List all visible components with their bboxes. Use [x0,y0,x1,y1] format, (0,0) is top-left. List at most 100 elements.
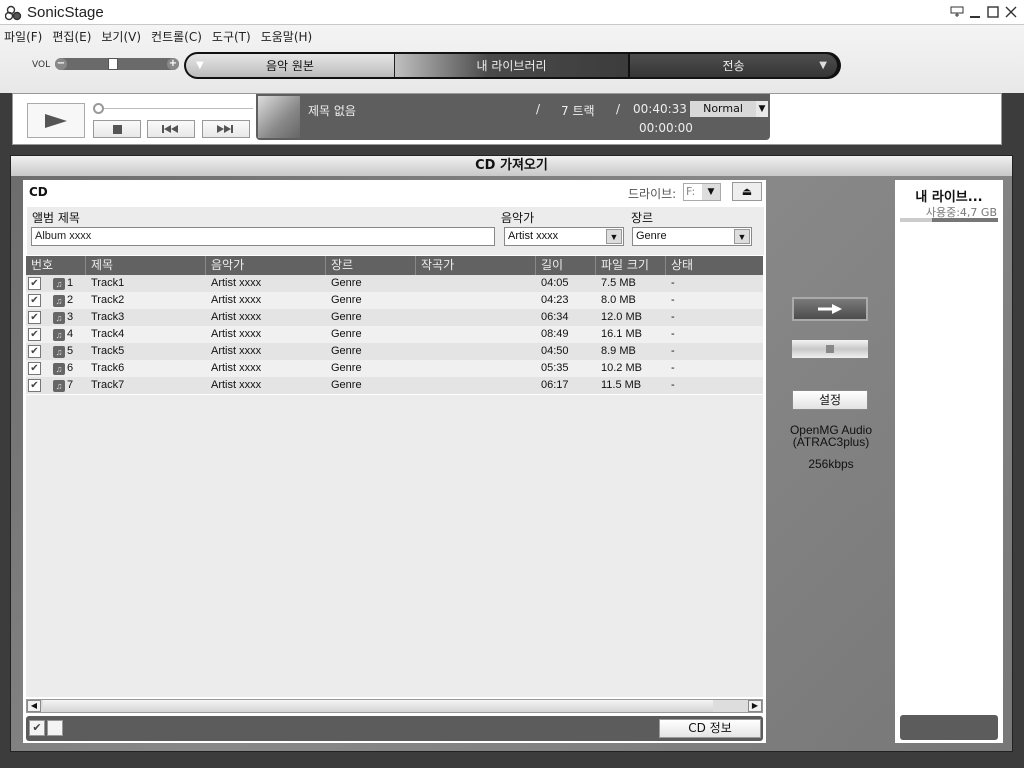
scroll-left-button[interactable]: ◀ [27,700,41,712]
drive-select[interactable]: F: ▼ [683,183,721,201]
cell-file-size: 10.2 MB [601,362,642,374]
menu-view[interactable]: 보기(V) [101,28,141,45]
maximize-button[interactable] [986,5,1000,19]
cell-composer [416,377,536,394]
dropdown-arrow-icon: ▼ [819,60,827,71]
artist-value: Artist xxxx [508,230,559,242]
drive-value: F: [686,185,696,198]
track-checkbox[interactable]: ✔ [28,294,41,307]
cell-genre: Genre [331,345,362,357]
volume-up-icon[interactable]: + [167,58,179,70]
column-header-title[interactable]: 제목 [86,256,206,275]
previous-track-button[interactable] [147,120,195,138]
cd-label: CD [29,185,48,199]
track-number: 4 [67,328,74,340]
track-checkbox[interactable]: ✔ [28,362,41,375]
mini-player-icon [950,6,964,17]
cell-number: ✔ ♫ 4 [26,326,86,343]
track-table: 번호 제목 음악가 장르 작곡가 길이 파일 크기 상태 ✔ ♫ 1 Track1 Ar… [26,256,763,394]
settings-button[interactable]: 설정 [792,390,868,410]
cell-title: Track3 [91,311,125,323]
track-number: 3 [67,311,74,323]
album-metadata: 앨범 제목 Album xxxx 음악가 Artist xxxx ▼ 장르 Ge… [27,207,764,255]
column-header-artist[interactable]: 음악가 [206,256,326,275]
volume-knob[interactable] [107,58,118,70]
close-icon [1005,6,1017,18]
play-button[interactable] [27,103,85,138]
seek-slider[interactable] [93,103,253,114]
next-track-button[interactable] [202,120,250,138]
genre-label: 장르 [631,211,654,225]
column-header-file-size[interactable]: 파일 크기 [596,256,666,275]
table-row[interactable]: ✔ ♫ 4 Track4 Artist xxxx Genre 08:49 16.1 MB - [26,326,763,343]
music-note-icon: ♫ [53,294,65,307]
close-button[interactable] [1004,5,1018,19]
track-checkbox[interactable]: ✔ [28,311,41,324]
track-checkbox[interactable]: ✔ [28,345,41,358]
library-title: 내 라이브... [915,190,983,205]
table-row[interactable]: ✔ ♫ 1 Track1 Artist xxxx Genre 04:05 7.5 MB - [26,275,763,292]
cell-length: 04:50 [541,345,569,357]
scroll-thumb[interactable] [43,700,713,712]
horizontal-scrollbar[interactable]: ◀ ▶ [26,699,763,713]
artist-select[interactable]: Artist xxxx ▼ [504,227,624,246]
cell-composer [416,275,536,292]
menubar: 파일(F) 편집(E) 보기(V) 컨트롤(C) 도구(T) 도움말(H) [4,28,312,45]
check-all-button[interactable]: ✔ [29,720,45,736]
cd-info-button[interactable]: CD 정보 [659,719,761,738]
minimize-button[interactable] [968,5,982,19]
tab-my-library[interactable]: 내 라이브러리 [394,54,628,77]
uncheck-all-button[interactable] [47,720,63,736]
stop-import-button[interactable] [792,340,868,358]
column-header-number[interactable]: 번호 [26,256,86,275]
library-bottom-bar [900,715,998,740]
mini-player-button[interactable] [950,5,964,19]
menu-file[interactable]: 파일(F) [4,28,42,45]
stop-button[interactable] [93,120,141,138]
elapsed-time: 00:00:00 [639,121,693,135]
menu-control[interactable]: 컨트롤(C) [151,28,202,45]
cell-status: - [671,311,675,323]
genre-select[interactable]: Genre ▼ [632,227,752,246]
library-panel: 내 라이브... 사용중:4,7 GB [895,180,1003,743]
track-checkbox[interactable]: ✔ [28,379,41,392]
table-row[interactable]: ✔ ♫ 7 Track7 Artist xxxx Genre 06:17 11.5 MB - [26,377,763,394]
tab-music-source[interactable]: ▼ 음악 원본 [186,54,394,77]
column-header-composer[interactable]: 작곡가 [416,256,536,275]
eject-button[interactable]: ⏏ [732,182,762,201]
seek-knob[interactable] [93,103,104,114]
column-header-status[interactable]: 상태 [666,256,763,275]
arrow-left-icon: ◀ [30,701,38,710]
column-header-genre[interactable]: 장르 [326,256,416,275]
scroll-right-button[interactable]: ▶ [748,700,762,712]
music-note-icon: ♫ [53,345,65,358]
cell-genre: Genre [331,311,362,323]
tab-label: 내 라이브러리 [476,59,547,73]
cd-panel: CD 드라이브: F: ▼ ⏏ 앨범 제목 Album xxxx 음악가 Art… [23,180,766,743]
cell-genre: Genre [331,379,362,391]
dropdown-arrow-icon: ▼ [196,60,204,71]
cell-genre: Genre [331,328,362,340]
menu-tools[interactable]: 도구(T) [212,28,251,45]
section-title: CD 가져오기 [11,156,1012,176]
table-row[interactable]: ✔ ♫ 2 Track2 Artist xxxx Genre 04:23 8.0 MB - [26,292,763,309]
table-row[interactable]: ✔ ♫ 6 Track6 Artist xxxx Genre 05:35 10.2 MB - [26,360,763,377]
table-row[interactable]: ✔ ♫ 3 Track3 Artist xxxx Genre 06:34 12.0 MB - [26,309,763,326]
album-title-input[interactable]: Album xxxx [31,227,495,246]
play-mode-value: Normal [703,102,743,115]
cell-artist: Artist xxxx [211,294,262,306]
column-header-length[interactable]: 길이 [536,256,596,275]
tab-transfer[interactable]: 전송 ▼ [628,54,837,77]
start-import-button[interactable] [792,297,868,321]
dropdown-arrow-icon: ▼ [734,229,750,244]
play-mode-select[interactable]: Normal ▼ [690,101,768,117]
music-note-icon: ♫ [53,277,65,290]
volume-slider[interactable]: − + [55,58,179,70]
menu-edit[interactable]: 편집(E) [52,28,91,45]
menu-help[interactable]: 도움말(H) [261,28,313,45]
table-row[interactable]: ✔ ♫ 5 Track5 Artist xxxx Genre 04:50 8.9 MB - [26,343,763,360]
track-checkbox[interactable]: ✔ [28,328,41,341]
separator: / [616,102,621,116]
volume-down-icon[interactable]: − [55,58,67,70]
track-checkbox[interactable]: ✔ [28,277,41,290]
